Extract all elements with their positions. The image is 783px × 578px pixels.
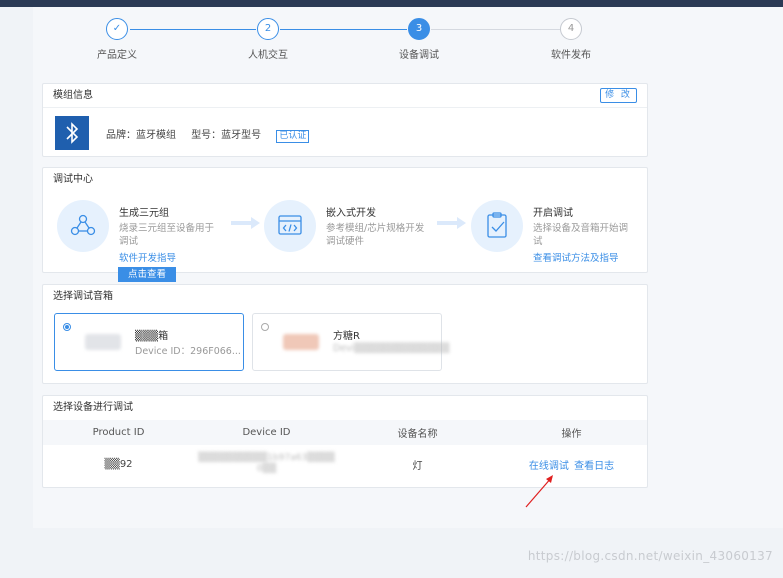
code-window-icon <box>264 200 316 252</box>
step-number: 4 <box>560 18 582 40</box>
dev-guide-link[interactable]: 软件开发指导 <box>119 250 176 264</box>
product-id: ▒▒92 <box>104 458 133 470</box>
table-header: Product ID Device ID 设备名称 操作 <box>43 420 647 445</box>
view-log-link[interactable]: 查看日志 <box>574 461 614 472</box>
step-software-release[interactable]: 4 软件发布 <box>511 18 631 61</box>
network-icon <box>57 200 109 252</box>
step-label: 人机交互 <box>248 50 288 61</box>
view-button[interactable]: 点击查看 <box>118 267 176 282</box>
annotation-arrow-icon <box>525 475 553 508</box>
step-number: 3 <box>408 18 430 40</box>
card-title: 模组信息 <box>43 84 647 108</box>
edit-button[interactable]: 修 改 <box>600 88 637 103</box>
speaker-name: 方糖R <box>333 331 360 342</box>
debug-step-desc: 参考模组/芯片规格开发调试硬件 <box>326 223 425 247</box>
device-id: ▒▒▒▒▒▒▒▒▒▒1b97a63▒▒▒▒ <box>198 453 335 463</box>
radio-button[interactable] <box>63 323 71 331</box>
speaker-image <box>85 334 121 350</box>
debug-guide-link[interactable]: 查看调试方法及指导 <box>533 250 619 264</box>
model-text: 型号：蓝牙型号 <box>191 130 262 141</box>
debug-step-desc: 选择设备及音箱开始调试 <box>533 223 629 247</box>
bluetooth-icon <box>55 116 89 150</box>
arrow-right-icon <box>437 217 466 229</box>
card-title: 调试中心 <box>53 174 93 185</box>
speaker-select-card: 选择调试音箱 ▒▒▒箱 Device ID：296F066... 方糖R Dev… <box>42 284 648 384</box>
step-label: 设备调试 <box>399 50 439 61</box>
column-header: 操作 <box>495 420 647 445</box>
step-label: 软件发布 <box>551 50 591 61</box>
progress-stepper: ✓ 产品定义 2 人机交互 3 设备调试 4 软件发布 <box>0 0 783 70</box>
device-id-cell: ▒▒▒▒▒▒▒▒▒▒1b97a63▒▒▒▒ 0▒▒ <box>194 445 339 483</box>
step-device-debug[interactable]: 3 设备调试 <box>359 18 479 61</box>
column-header: 设备名称 <box>338 420 496 445</box>
card-title: 选择设备进行调试 <box>53 402 133 413</box>
step-number: 2 <box>257 18 279 40</box>
watermark: https://blog.csdn.net/weixin_43060137 <box>527 549 773 563</box>
speaker-option[interactable]: ▒▒▒箱 Device ID：296F066... <box>54 313 244 371</box>
debug-step-title: 嵌入式开发 <box>326 208 376 219</box>
card-title: 选择调试音箱 <box>53 291 113 302</box>
debug-step-title: 开启调试 <box>533 208 573 219</box>
clipboard-check-icon <box>471 200 523 252</box>
speaker-name: ▒▒▒箱 <box>135 331 169 342</box>
radio-button[interactable] <box>261 323 269 331</box>
step-label: 产品定义 <box>97 50 137 61</box>
product-id-cell: ▒▒92 <box>43 445 194 483</box>
actions-cell: 在线调试 查看日志 <box>496 445 647 483</box>
column-header: Device ID <box>194 420 339 445</box>
speaker-device-id: Device ID：296F066... <box>135 346 241 357</box>
speaker-option[interactable]: 方糖R Devi▒▒▒▒▒▒▒▒▒▒▒▒▒ <box>252 313 449 371</box>
step-interaction[interactable]: 2 人机交互 <box>208 18 328 61</box>
speaker-image <box>283 334 319 350</box>
arrow-right-icon <box>231 217 260 229</box>
speaker-device-id: Devi▒▒▒▒▒▒▒▒▒▒▒▒▒ <box>333 343 450 354</box>
debug-step-title: 生成三元组 <box>119 208 169 219</box>
check-icon: ✓ <box>106 18 128 40</box>
step-product-definition[interactable]: ✓ 产品定义 <box>57 18 177 61</box>
debug-step-desc: 烧录三元组至设备用于调试 <box>119 223 215 247</box>
debug-center-card: 调试中心 生成三元组 烧录三元组至设备用于调试 软件开发指导 嵌入式开发 参考模… <box>42 167 648 282</box>
device-id-continued: 0▒▒ <box>256 464 277 474</box>
column-header: Product ID <box>43 420 194 445</box>
certified-badge: 已认证 <box>276 130 310 143</box>
brand-text: 品牌：蓝牙模组 <box>106 130 176 141</box>
device-name: 灯 <box>412 460 423 472</box>
module-details: 品牌：蓝牙模组 型号：蓝牙型号 已认证 <box>106 126 321 143</box>
module-info-card: 模组信息 修 改 品牌：蓝牙模组 型号：蓝牙型号 已认证 <box>42 83 648 157</box>
